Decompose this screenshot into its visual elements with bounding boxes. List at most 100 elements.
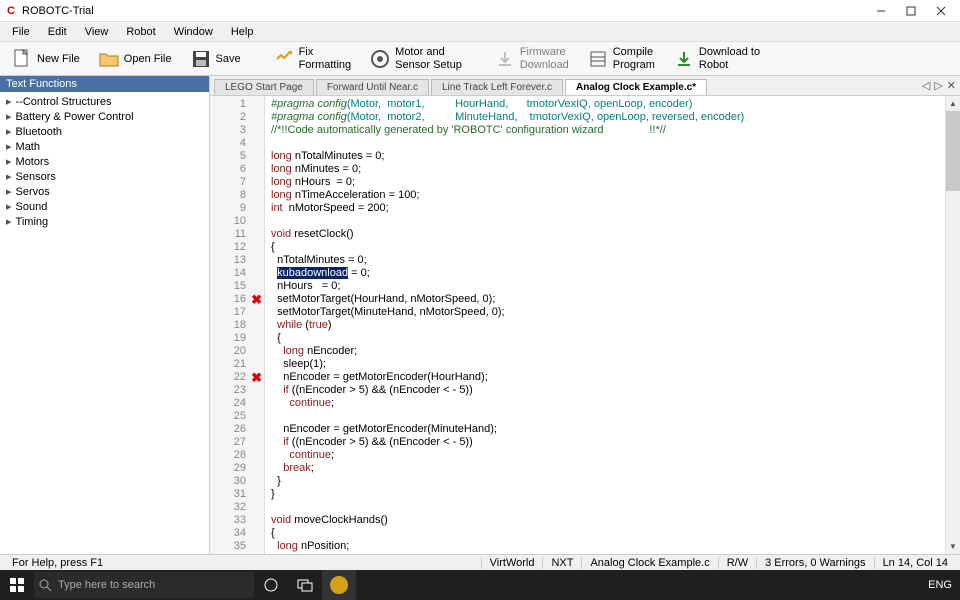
dl-label-2: Robot <box>699 59 760 71</box>
code-line[interactable]: long nPosition; <box>271 540 939 553</box>
code-editor[interactable]: 12345678910111213141516✖171819202122✖232… <box>210 96 960 554</box>
code-line[interactable]: void resetClock() <box>271 228 939 241</box>
maximize-button[interactable] <box>896 1 926 21</box>
editor-tab[interactable]: Line Track Left Forever.c <box>431 79 563 95</box>
menu-view[interactable]: View <box>77 24 117 40</box>
gutter-line: 30 <box>210 475 264 488</box>
code-line[interactable]: nHours = 0; <box>271 280 939 293</box>
task-view-button[interactable] <box>288 570 322 600</box>
scrollbar-up-arrow[interactable]: ▲ <box>946 96 960 111</box>
code-line[interactable]: { <box>271 332 939 345</box>
minimize-button[interactable] <box>866 1 896 21</box>
sidebar-item[interactable]: ▸Servos <box>0 184 209 199</box>
close-button[interactable] <box>926 1 956 21</box>
menu-bar: File Edit View Robot Window Help <box>0 22 960 42</box>
code-line[interactable] <box>271 215 939 228</box>
code-line[interactable]: #pragma config(Motor, motor2, MinuteHand… <box>271 111 939 124</box>
code-line[interactable]: nEncoder = getMotorEncoder(HourHand); <box>271 371 939 384</box>
taskbar-search[interactable]: Type here to search <box>34 572 254 598</box>
taskbar-app-robotc[interactable] <box>322 570 356 600</box>
gutter-line: 26 <box>210 423 264 436</box>
tab-close-icon[interactable]: ✕ <box>947 79 956 92</box>
motor-label-1: Motor and <box>395 46 462 58</box>
code-line[interactable]: while (true) <box>271 319 939 332</box>
code-line[interactable]: nEncoder = getMotorEncoder(MinuteHand); <box>271 423 939 436</box>
code-line[interactable]: if ((nEncoder > 5) && (nEncoder < - 5)) <box>271 384 939 397</box>
save-button[interactable]: Save <box>183 44 248 74</box>
open-file-button[interactable]: Open File <box>91 44 179 74</box>
motor-setup-button[interactable]: Motor andSensor Setup <box>362 44 469 74</box>
code-line[interactable]: long nTotalMinutes = 0; <box>271 150 939 163</box>
code-line[interactable]: setMotorTarget(MinuteHand, nMotorSpeed, … <box>271 306 939 319</box>
code-body[interactable]: #pragma config(Motor, motor1, HourHand, … <box>265 96 945 554</box>
gutter-line: 36 <box>210 553 264 554</box>
code-line[interactable]: kubadownload = 0; <box>271 267 939 280</box>
code-line[interactable]: long nEncoder; <box>271 345 939 358</box>
firmware-download-button[interactable]: FirmwareDownload <box>487 44 576 74</box>
code-line[interactable]: //*!!Code automatically generated by 'RO… <box>271 124 939 137</box>
fix-formatting-icon <box>273 48 295 70</box>
tab-nav-right-icon[interactable]: ▷ <box>934 79 942 92</box>
vertical-scrollbar[interactable]: ▲ ▼ <box>945 96 960 554</box>
code-line[interactable] <box>271 137 939 150</box>
code-line[interactable]: long nMinutes = 0; <box>271 163 939 176</box>
gutter-line: 20 <box>210 345 264 358</box>
code-line[interactable]: sleep(1); <box>271 358 939 371</box>
code-line[interactable]: long nTimeAcceleration = 100; <box>271 189 939 202</box>
editor-tab[interactable]: LEGO Start Page <box>214 79 314 95</box>
editor-tab[interactable]: Analog Clock Example.c* <box>565 79 707 95</box>
menu-robot[interactable]: Robot <box>118 24 163 40</box>
code-line[interactable]: nTotalMinutes = 0; <box>271 254 939 267</box>
code-line[interactable]: break; <box>271 462 939 475</box>
taskbar-lang[interactable]: ENG <box>928 579 952 591</box>
sidebar-item[interactable]: ▸Bluetooth <box>0 124 209 139</box>
new-file-button[interactable]: New File <box>4 44 87 74</box>
sidebar-item[interactable]: ▸Motors <box>0 154 209 169</box>
fw-label-1: Firmware <box>520 46 569 58</box>
compile-button[interactable]: CompileProgram <box>580 44 662 74</box>
gutter-line: 3 <box>210 124 264 137</box>
side-panel-title: Text Functions <box>0 76 209 92</box>
sidebar-item[interactable]: ▸Sound <box>0 199 209 214</box>
code-line[interactable]: setMotorTarget(HourHand, nMotorSpeed, 0)… <box>271 293 939 306</box>
menu-file[interactable]: File <box>4 24 38 40</box>
code-line[interactable]: #pragma config(Motor, motor1, HourHand, … <box>271 98 939 111</box>
gutter-line: 22✖ <box>210 371 264 384</box>
code-line[interactable] <box>271 410 939 423</box>
scrollbar-thumb[interactable] <box>946 111 960 191</box>
code-line[interactable]: int nMotorSpeed = 200; <box>271 202 939 215</box>
fix-formatting-button[interactable]: FixFormatting <box>266 44 359 74</box>
sidebar-item[interactable]: ▸Timing <box>0 214 209 229</box>
code-line[interactable]: if ((nEncoder > 5) && (nEncoder < - 5)) <box>271 436 939 449</box>
search-placeholder: Type here to search <box>58 579 155 591</box>
code-line[interactable]: } <box>271 475 939 488</box>
gutter-line: 6 <box>210 163 264 176</box>
start-button[interactable] <box>0 570 34 600</box>
code-line[interactable]: continue; <box>271 397 939 410</box>
code-line[interactable]: { <box>271 527 939 540</box>
sidebar-item[interactable]: ▸Sensors <box>0 169 209 184</box>
cortana-button[interactable] <box>254 570 288 600</box>
menu-help[interactable]: Help <box>223 24 262 40</box>
code-line[interactable]: void moveClockHands() <box>271 514 939 527</box>
download-robot-button[interactable]: Download toRobot <box>666 44 767 74</box>
menu-window[interactable]: Window <box>166 24 221 40</box>
sidebar-item[interactable]: ▸Math <box>0 139 209 154</box>
compile-label-2: Program <box>613 59 655 71</box>
code-line[interactable]: { <box>271 241 939 254</box>
window-title: ROBOTC-Trial <box>22 5 866 17</box>
tab-nav-left-icon[interactable]: ◁ <box>922 79 930 92</box>
code-line[interactable]: } <box>271 488 939 501</box>
gutter-line: 7 <box>210 176 264 189</box>
code-line[interactable]: long nHours = 0; <box>271 176 939 189</box>
code-line[interactable]: continue; <box>271 449 939 462</box>
tree-expand-icon: ▸ <box>6 140 12 153</box>
sidebar-item[interactable]: ▸Battery & Power Control <box>0 109 209 124</box>
code-line[interactable]: const long kTicksPerRevolutionMinutes = … <box>271 553 939 554</box>
scrollbar-down-arrow[interactable]: ▼ <box>946 539 960 554</box>
sidebar-item[interactable]: ▸--Control Structures <box>0 94 209 109</box>
code-line[interactable] <box>271 501 939 514</box>
status-rw: R/W <box>718 557 756 569</box>
editor-tab[interactable]: Forward Until Near.c <box>316 79 429 95</box>
menu-edit[interactable]: Edit <box>40 24 75 40</box>
